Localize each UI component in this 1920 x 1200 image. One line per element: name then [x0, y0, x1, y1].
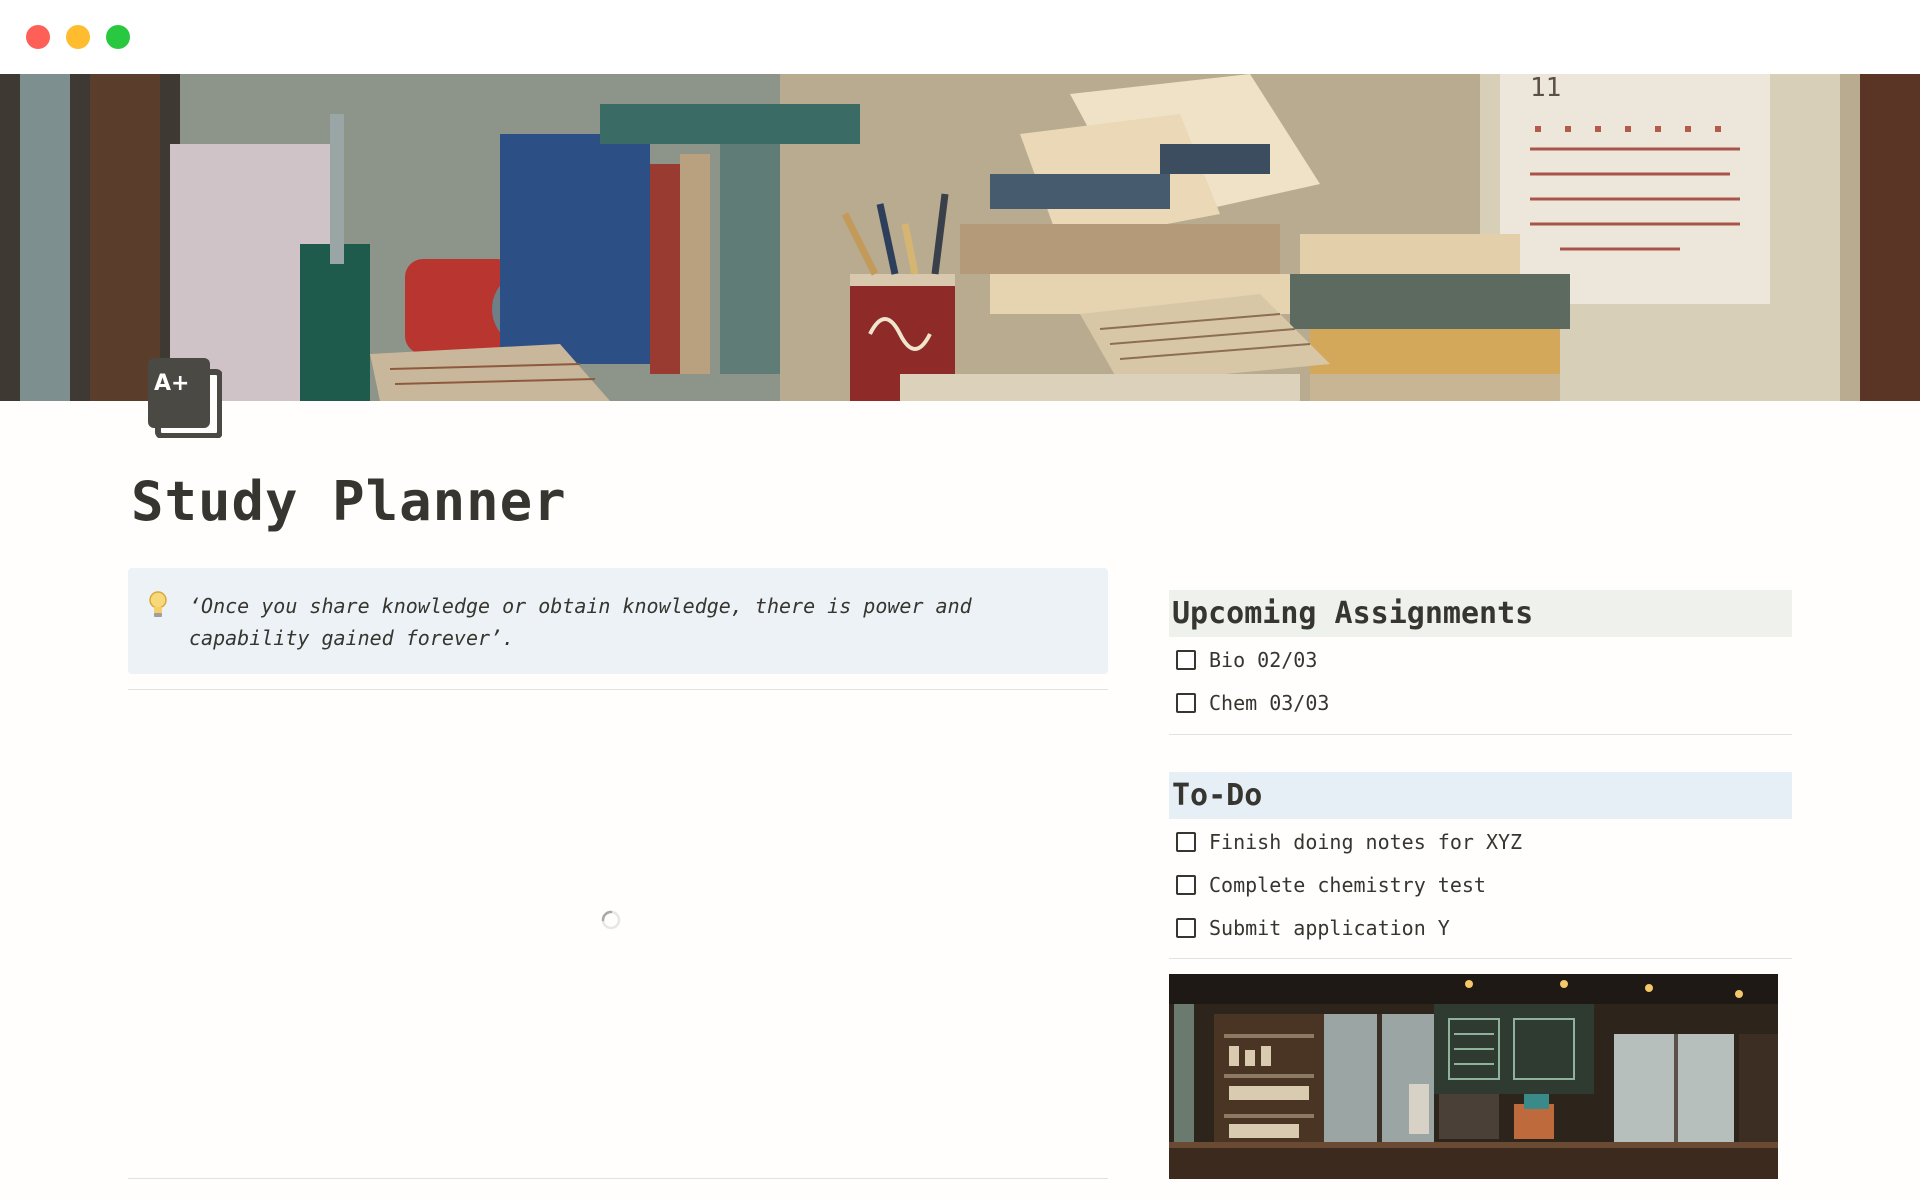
quote-callout: ‘Once you share knowledge or obtain know…: [128, 568, 1108, 674]
cafe-image[interactable]: [1169, 974, 1778, 1179]
assignment-item[interactable]: Chem 03/03: [1176, 688, 1329, 718]
divider: [1169, 958, 1792, 959]
checkbox[interactable]: [1176, 693, 1196, 713]
checkbox[interactable]: [1176, 875, 1196, 895]
zoom-window-button[interactable]: [106, 25, 130, 49]
loading-spinner-icon: [601, 910, 621, 930]
minimize-window-button[interactable]: [66, 25, 90, 49]
calendar-number: 11: [1530, 74, 1561, 103]
todo-item[interactable]: Submit application Y: [1176, 913, 1450, 943]
icon-text: A+: [154, 371, 189, 396]
cover-image[interactable]: 11: [0, 74, 1920, 401]
lightbulb-icon: [149, 591, 167, 617]
assignment-label[interactable]: Bio 02/03: [1209, 648, 1317, 672]
todo-heading[interactable]: To-Do: [1172, 778, 1262, 813]
divider: [128, 689, 1108, 690]
todo-item[interactable]: Complete chemistry test: [1176, 870, 1486, 900]
callout-quote-text[interactable]: ‘Once you share knowledge or obtain know…: [189, 590, 1089, 654]
checkbox[interactable]: [1176, 650, 1196, 670]
window-titlebar: [0, 0, 1920, 74]
assignments-heading-block: Upcoming Assignments: [1169, 590, 1792, 637]
close-window-button[interactable]: [26, 25, 50, 49]
checkbox[interactable]: [1176, 918, 1196, 938]
todo-label[interactable]: Complete chemistry test: [1209, 873, 1486, 897]
assignment-item[interactable]: Bio 02/03: [1176, 645, 1317, 675]
todo-item[interactable]: Finish doing notes for XYZ: [1176, 827, 1522, 857]
page-title: Study Planner: [131, 470, 567, 533]
a-plus-grade-icon[interactable]: A+: [146, 356, 222, 438]
assignments-heading[interactable]: Upcoming Assignments: [1172, 596, 1533, 631]
todo-label[interactable]: Submit application Y: [1209, 916, 1450, 940]
todo-heading-block: To-Do: [1169, 772, 1792, 819]
divider: [1169, 734, 1792, 735]
checkbox[interactable]: [1176, 832, 1196, 852]
divider: [128, 1178, 1108, 1179]
study-desk-illustration: 11: [0, 74, 1920, 401]
assignment-label[interactable]: Chem 03/03: [1209, 691, 1329, 715]
pixel-cafe-illustration: [1169, 974, 1778, 1179]
todo-label[interactable]: Finish doing notes for XYZ: [1209, 830, 1522, 854]
